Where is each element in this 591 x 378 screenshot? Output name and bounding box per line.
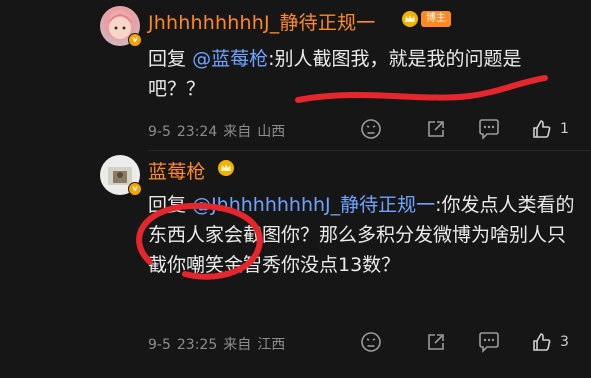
crown-icon — [402, 11, 418, 27]
source-prefix: 来自 — [223, 337, 252, 353]
comment-meta: 9-5 23:24 来自 山西 — [148, 121, 291, 141]
share-icon[interactable] — [425, 331, 447, 353]
comment-time: 23:24 — [176, 124, 218, 140]
source-prefix: 来自 — [223, 124, 252, 140]
comment-date: 9-5 — [148, 124, 171, 140]
reply-prefix: 回复 — [148, 48, 187, 70]
comment-time: 23:25 — [176, 337, 218, 353]
thumbs-up-icon[interactable] — [531, 331, 553, 353]
mention-link[interactable]: @JhhhhhhhhhJ_静待正规一 — [192, 194, 435, 216]
comment-icon[interactable] — [477, 118, 501, 140]
verified-badge-icon: v — [128, 33, 142, 47]
comment-username[interactable]: 蓝莓枪 — [148, 157, 206, 184]
mention-link[interactable]: @蓝莓枪 — [192, 48, 268, 70]
comment-body: 回复 @JhhhhhhhhhJ_静待正规一:你发点人类看的东西人家会截图你？那么… — [148, 190, 576, 280]
crown-icon — [218, 160, 234, 176]
share-icon[interactable] — [425, 118, 447, 140]
thumbs-up-icon[interactable] — [531, 118, 553, 140]
comment-location: 江西 — [257, 337, 286, 353]
dislike-face-icon[interactable] — [360, 331, 382, 353]
comment-username[interactable]: JhhhhhhhhhJ_静待正规一 — [148, 8, 376, 35]
comment-icon[interactable] — [477, 331, 501, 353]
verified-badge-icon: v — [128, 182, 142, 196]
comment-date: 9-5 — [148, 337, 171, 353]
comment-meta: 9-5 23:25 来自 江西 — [148, 334, 291, 354]
like-count: 3 — [560, 334, 569, 350]
comment-location: 山西 — [257, 124, 286, 140]
comment-thread: v JhhhhhhhhhJ_静待正规一 博主 回复 @蓝莓枪:别人截图我，就是我… — [0, 0, 591, 378]
dislike-face-icon[interactable] — [360, 118, 382, 140]
comment-divider — [148, 150, 591, 151]
reply-prefix: 回复 — [148, 194, 187, 216]
like-count: 1 — [560, 121, 569, 137]
blogger-badge: 博主 — [421, 11, 451, 27]
comment-body: 回复 @蓝莓枪:别人截图我，就是我的问题是吧？？ — [148, 44, 576, 104]
